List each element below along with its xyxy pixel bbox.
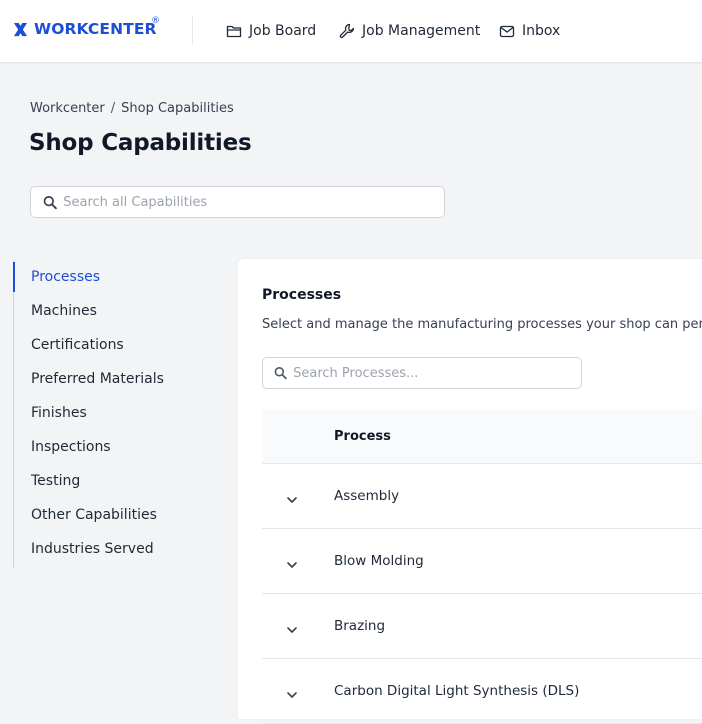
sidenav-item-processes[interactable]: Processes: [13, 260, 213, 294]
sidenav-item-testing[interactable]: Testing: [14, 464, 213, 498]
breadcrumb: Workcenter / Shop Capabilities: [30, 101, 234, 116]
table-row[interactable]: Assembly: [262, 464, 702, 529]
nav-job-board[interactable]: Job Board: [226, 20, 316, 42]
breadcrumb-current: Shop Capabilities: [121, 101, 234, 116]
nav-job-management-label: Job Management: [362, 23, 481, 39]
nav-inbox[interactable]: Inbox: [499, 20, 560, 42]
sidenav-item-other-capabilities[interactable]: Other Capabilities: [14, 498, 213, 532]
processes-search-input[interactable]: [293, 365, 581, 381]
chevron-down-icon[interactable]: [284, 687, 300, 703]
sidenav-item-inspections[interactable]: Inspections: [14, 430, 213, 464]
registered-mark: ®: [151, 16, 161, 26]
chevron-down-icon[interactable]: [284, 622, 300, 638]
sidenav-item-machines[interactable]: Machines: [14, 294, 213, 328]
column-header-process: Process: [334, 429, 391, 444]
nav-job-board-label: Job Board: [249, 23, 317, 39]
capabilities-sidenav: Processes Machines Certifications Prefer…: [13, 260, 213, 568]
folder-icon: [226, 25, 242, 38]
processes-table: Process Assembly Blow Molding Brazing Ca: [262, 409, 702, 724]
chevron-down-icon[interactable]: [284, 492, 300, 508]
panel-title: Processes: [262, 287, 342, 303]
capabilities-search: [30, 186, 445, 218]
process-name: Blow Molding: [334, 553, 424, 569]
processes-panel: Processes Select and manage the manufact…: [238, 259, 702, 724]
process-name: Assembly: [334, 488, 400, 504]
sidenav-item-preferred-materials[interactable]: Preferred Materials: [14, 362, 213, 396]
envelope-icon: [499, 25, 515, 37]
wrench-icon: [339, 23, 355, 39]
table-header: Process: [262, 409, 702, 464]
breadcrumb-root-link[interactable]: Workcenter: [30, 101, 105, 116]
capabilities-search-input[interactable]: [63, 194, 444, 210]
brand-logo[interactable]: WORKCENTER ®: [13, 16, 160, 38]
nav-inbox-label: Inbox: [522, 23, 561, 39]
search-icon: [274, 367, 287, 380]
process-name: Brazing: [334, 618, 386, 634]
nav-job-management[interactable]: Job Management: [339, 20, 480, 42]
sidenav-item-finishes[interactable]: Finishes: [14, 396, 213, 430]
sidenav-item-certifications[interactable]: Certifications: [14, 328, 213, 362]
processes-search: [262, 357, 582, 389]
search-icon: [43, 195, 57, 209]
topbar-divider: [192, 16, 193, 45]
process-name: Carbon Digital Light Synthesis (DLS): [334, 683, 580, 699]
chevron-down-icon[interactable]: [284, 557, 300, 573]
table-row[interactable]: Blow Molding: [262, 529, 702, 594]
x-logo-icon: [13, 22, 28, 36]
top-navbar: WORKCENTER ® Job Board Job Management In…: [0, 0, 702, 63]
breadcrumb-separator: /: [110, 101, 116, 116]
page-title: Shop Capabilities: [29, 130, 252, 156]
table-row[interactable]: Carbon Digital Light Synthesis (DLS): [262, 659, 702, 724]
table-row[interactable]: Brazing: [262, 594, 702, 659]
panel-description: Select and manage the manufacturing proc…: [262, 317, 702, 332]
sidenav-item-industries-served[interactable]: Industries Served: [14, 532, 213, 566]
brand-name: WORKCENTER: [34, 20, 157, 38]
